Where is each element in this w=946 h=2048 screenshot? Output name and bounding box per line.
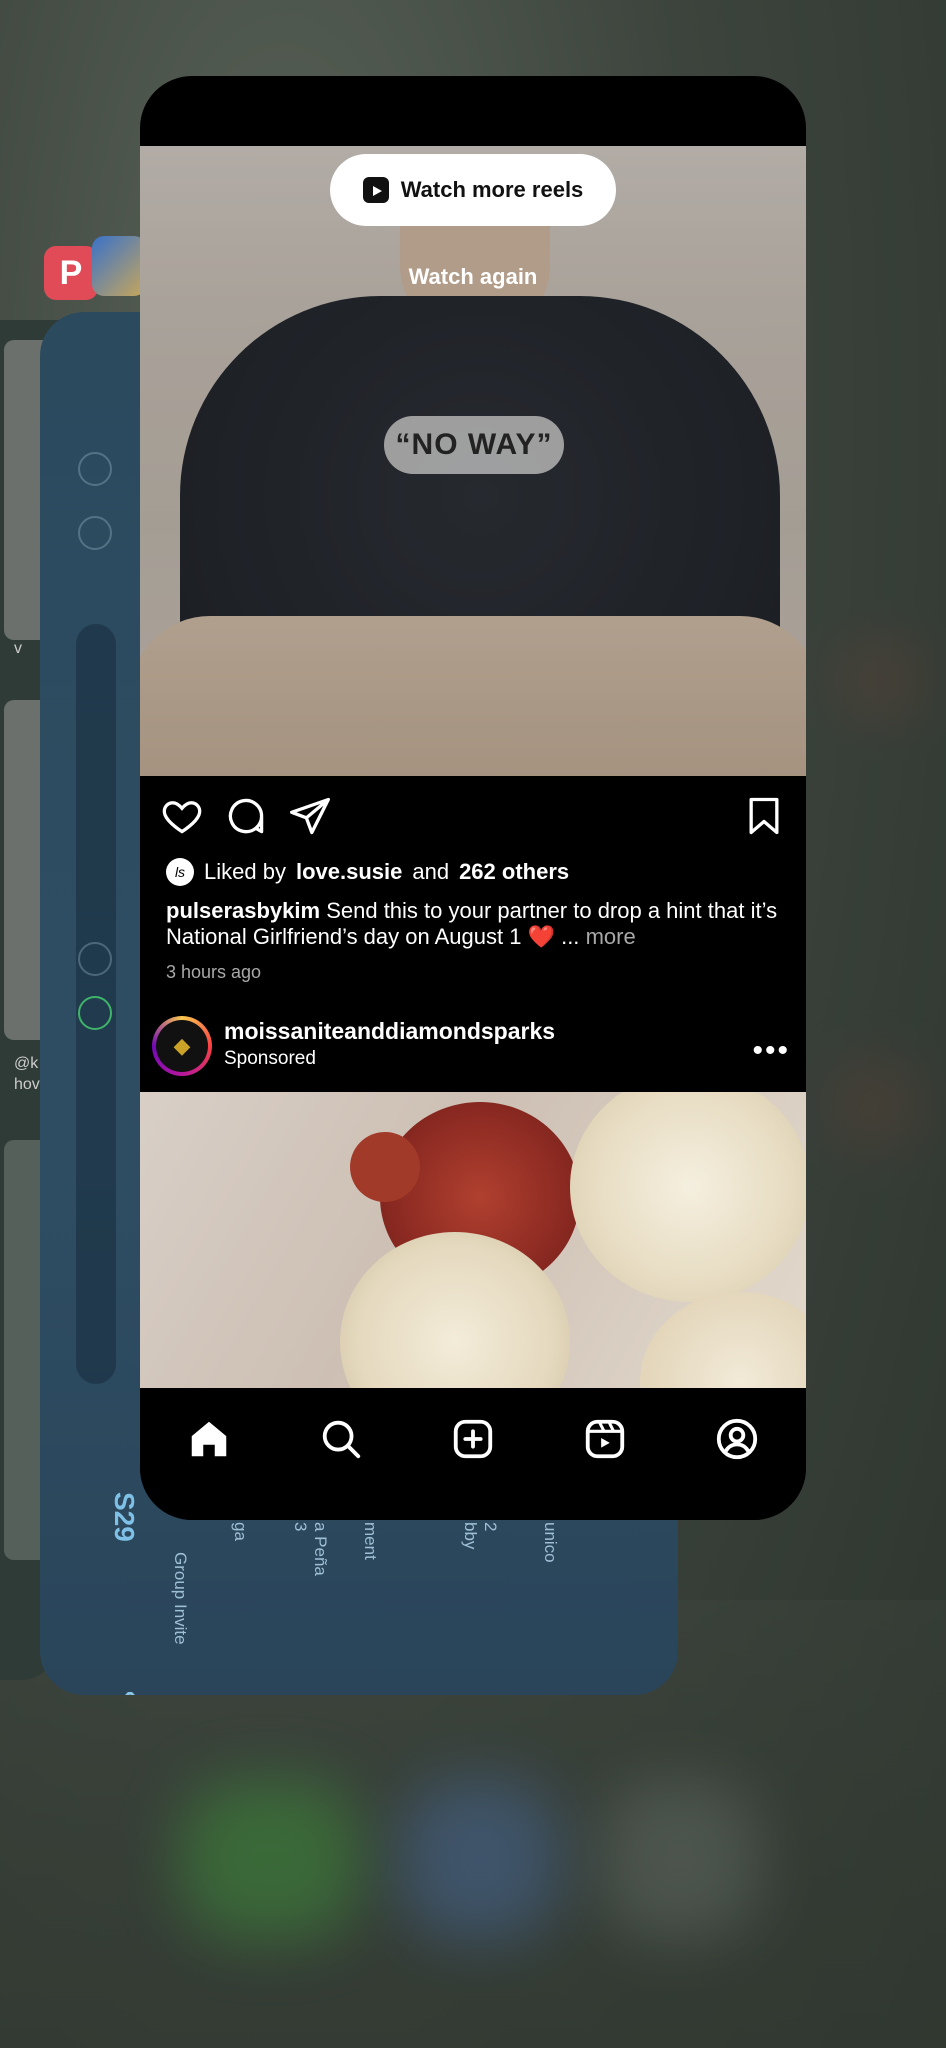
rose-bud [350, 1132, 420, 1202]
post-caption: pulserasbykim Send this to your partner … [166, 898, 786, 950]
sponsored-label: Sponsored [224, 1048, 316, 1069]
game-player-label: ga [231, 1522, 250, 1541]
liker-avatar: ls [166, 858, 194, 886]
more-options-icon[interactable]: ••• [752, 1034, 790, 1068]
liked-by-prefix: Liked by [204, 859, 286, 884]
game-player-label: ment [361, 1522, 380, 1560]
pinterest-letter: P [59, 253, 83, 292]
reel-caption-overlay: “NO WAY” [384, 416, 564, 474]
wallpaper-blur [840, 640, 920, 720]
bg-card-text: @k [14, 1055, 39, 1072]
bg-card-text: v [14, 640, 22, 657]
rose-white [570, 1092, 806, 1302]
game-player-label: 3 [291, 1522, 310, 1532]
watch-again-button[interactable]: Watch again [140, 264, 806, 290]
liked-by-and: and [412, 859, 450, 884]
rank-label: S29 [109, 1492, 140, 1542]
bg-card-text: hov [14, 1076, 40, 1093]
comment-icon[interactable] [224, 794, 268, 838]
post-actions [160, 794, 786, 838]
game-control-icon [78, 942, 112, 976]
rank-badge [90, 1689, 170, 1695]
home-icon[interactable] [186, 1416, 232, 1462]
profile-icon[interactable] [714, 1416, 760, 1462]
dock-app-blur [600, 1780, 760, 1940]
bottom-tab-bar [140, 1388, 806, 1520]
liked-by-user[interactable]: love.susie [296, 859, 402, 885]
dock-app-blur [400, 1780, 560, 1940]
game-app-icon[interactable] [92, 236, 146, 296]
game-control-icon [78, 452, 112, 486]
game-control-icon [78, 516, 112, 550]
game-player-label: 2 [481, 1522, 500, 1532]
game-player-label: unico [541, 1522, 560, 1563]
diamond-logo-icon: ◆ [156, 1020, 208, 1072]
create-post-icon[interactable] [450, 1416, 496, 1462]
bookmark-icon[interactable] [742, 794, 786, 838]
dock-app-blur [180, 1780, 360, 1940]
watch-more-reels-button[interactable]: Watch more reels [330, 154, 616, 226]
liked-by-others[interactable]: 262 others [459, 859, 569, 885]
reels-icon [362, 177, 389, 203]
post-avatar[interactable]: ◆ [152, 1016, 212, 1076]
reels-tab-icon[interactable] [582, 1416, 628, 1462]
game-player-label: a Peña [311, 1522, 330, 1576]
wallpaper-blur [830, 1060, 920, 1150]
group-invite-label[interactable]: Group Invite [170, 1552, 190, 1645]
post-header: ◆ moissaniteanddiamondsparks Sponsored •… [152, 1014, 796, 1078]
liked-by-row[interactable]: ls Liked by love.susie and 262 others [166, 858, 569, 886]
search-icon[interactable] [318, 1416, 364, 1462]
post-timestamp: 3 hours ago [166, 962, 262, 982]
post-username[interactable]: moissaniteanddiamondsparks [224, 1018, 555, 1045]
game-control-icon [78, 996, 112, 1030]
game-side-controls [74, 452, 114, 1412]
caption-more-link[interactable]: more [586, 924, 636, 949]
pinterest-icon[interactable]: P [44, 246, 98, 300]
caption-username[interactable]: pulserasbykim [166, 898, 320, 923]
share-icon[interactable] [288, 794, 332, 838]
app-switcher-card-instagram[interactable]: Watch more reels Watch again “NO WAY” ls… [140, 76, 806, 1520]
reel-video[interactable]: Watch more reels Watch again “NO WAY” [140, 146, 806, 776]
watch-more-label: Watch more reels [400, 177, 584, 202]
heart-icon[interactable] [160, 794, 204, 838]
game-player-label: bby [461, 1522, 480, 1550]
